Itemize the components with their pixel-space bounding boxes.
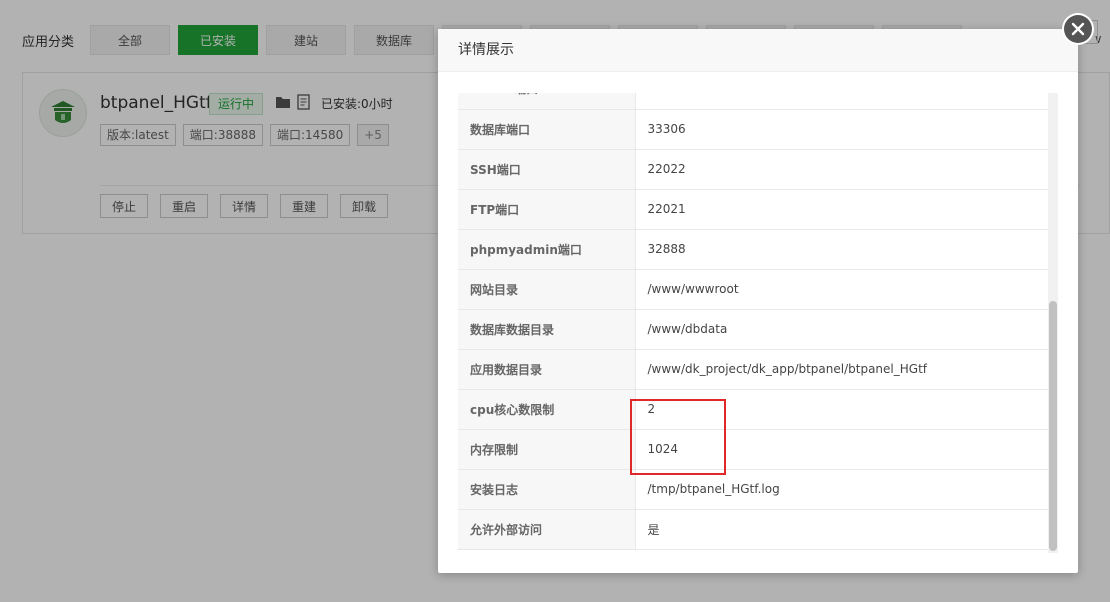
row-value: 14543 (635, 93, 1048, 110)
details-table: HTTPS端口14543 数据库端口33306 SSH端口22022 FTP端口… (458, 93, 1048, 550)
scrollbar-thumb[interactable] (1049, 301, 1057, 551)
highlight-annotation-box (630, 399, 726, 475)
close-button[interactable] (1062, 13, 1094, 45)
row-key: 允许外部访问 (458, 509, 636, 550)
row-key: phpmyadmin端口 (458, 229, 636, 270)
details-table-scroll[interactable]: HTTPS端口14543 数据库端口33306 SSH端口22022 FTP端口… (458, 93, 1048, 550)
table-row: 数据库端口 33306 (458, 109, 1048, 150)
table-row: 内存限制 1024 (458, 429, 1048, 470)
table-row: 应用数据目录/www/dk_project/dk_app/btpanel/btp… (458, 349, 1048, 390)
row-value: /www/dbdata (635, 309, 1048, 350)
row-key: SSH端口 (458, 149, 636, 190)
row-key: HTTPS端口 (458, 93, 636, 110)
details-modal: 详情展示 HTTPS端口14543 数据库端口33306 SSH端口22022 … (438, 29, 1078, 573)
table-row: SSH端口 22022 (458, 149, 1048, 190)
modal-title: 详情展示 (438, 29, 1078, 72)
row-key: 网站目录 (458, 269, 636, 310)
details-table-viewport: HTTPS端口14543 数据库端口33306 SSH端口22022 FTP端口… (458, 93, 1048, 553)
table-row: HTTPS端口14543 (458, 93, 1048, 110)
table-row: FTP端口 22021 (458, 189, 1048, 230)
scrollbar-track[interactable] (1048, 93, 1058, 553)
row-key: cpu核心数限制 (458, 389, 636, 430)
table-row: 网站目录/www/wwwroot (458, 269, 1048, 310)
row-value: /www/dk_project/dk_app/btpanel/btpanel_H… (635, 349, 1048, 390)
row-value: /www/wwwroot (635, 269, 1048, 310)
row-key: 数据库数据目录 (458, 309, 636, 350)
row-value: 22022 (635, 149, 1048, 190)
close-icon (1064, 15, 1092, 43)
row-key: 数据库端口 (458, 109, 636, 150)
row-value: 是 (635, 509, 1048, 550)
row-value: 32888 (635, 229, 1048, 270)
table-row: phpmyadmin端口 32888 (458, 229, 1048, 270)
row-key: 应用数据目录 (458, 349, 636, 390)
row-key: FTP端口 (458, 189, 636, 230)
row-value: 33306 (635, 109, 1048, 150)
row-value: 22021 (635, 189, 1048, 230)
row-value: /tmp/btpanel_HGtf.log (635, 469, 1048, 510)
table-row: 安装日志/tmp/btpanel_HGtf.log (458, 469, 1048, 510)
row-key: 内存限制 (458, 429, 636, 470)
table-row: 数据库数据目录/www/dbdata (458, 309, 1048, 350)
table-row: cpu核心数限制 2 (458, 389, 1048, 430)
row-key: 安装日志 (458, 469, 636, 510)
table-row: 允许外部访问是 (458, 509, 1048, 550)
